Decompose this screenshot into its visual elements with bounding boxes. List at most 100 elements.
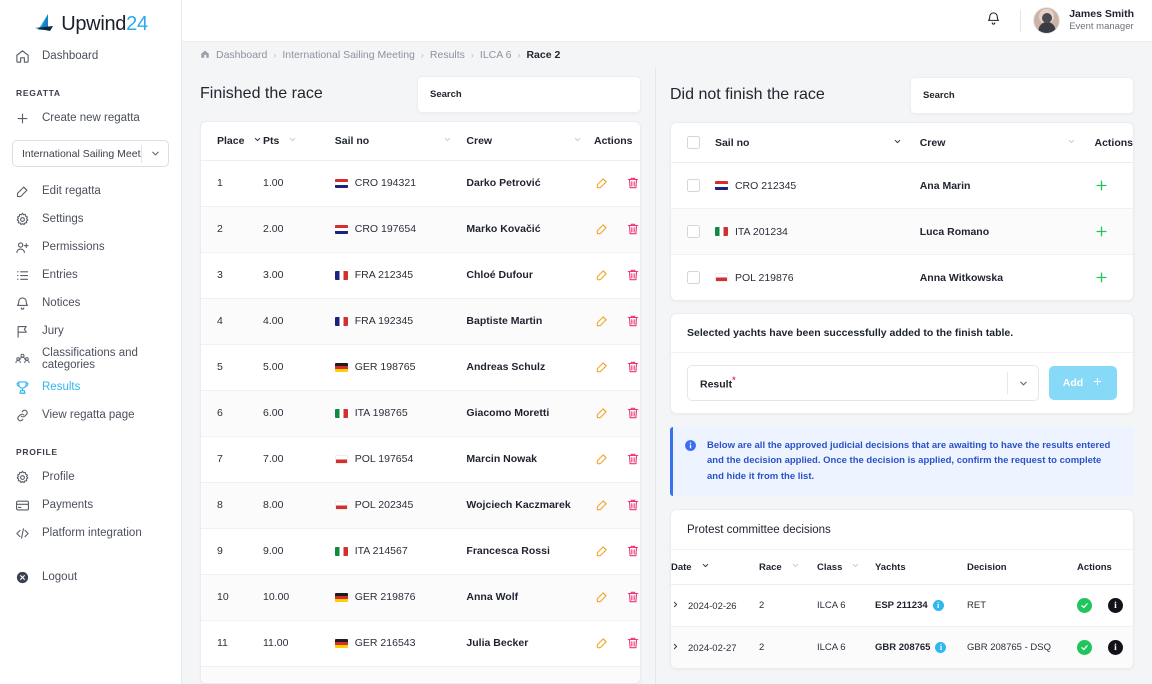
table-row[interactable]: 10 10.00 GER 219876 Anna Wolf xyxy=(201,574,640,621)
app-logo[interactable]: Upwind24 xyxy=(0,0,181,42)
edit-icon[interactable] xyxy=(594,544,609,559)
column-header-crew[interactable]: Crew xyxy=(466,121,594,161)
sidebar-item-classifications-and-categories[interactable]: Classifications and categories xyxy=(0,345,181,373)
edit-icon[interactable] xyxy=(594,268,609,283)
column-header-race[interactable]: Race xyxy=(759,550,817,586)
chevron-down-icon[interactable] xyxy=(893,137,902,149)
sidebar-item-view-regatta-page[interactable]: View regatta page xyxy=(0,401,181,429)
cell-select[interactable] xyxy=(671,255,715,301)
search-input[interactable] xyxy=(923,89,1121,101)
table-row[interactable]: 6 6.00 ITA 198765 Giacomo Moretti xyxy=(201,390,640,437)
sidebar-item-payments[interactable]: Payments xyxy=(0,491,181,519)
edit-icon[interactable] xyxy=(594,314,609,329)
confirm-icon[interactable] xyxy=(1077,598,1092,614)
add-to-finish-icon[interactable] xyxy=(1094,270,1109,285)
sidebar-item-settings[interactable]: Settings xyxy=(0,205,181,233)
dnf-search-box[interactable] xyxy=(910,76,1134,114)
column-header-class[interactable]: Class xyxy=(817,550,875,586)
table-row[interactable]: 1 1.00 CRO 194321 Darko Petrović xyxy=(201,160,640,207)
add-to-finish-icon[interactable] xyxy=(1094,178,1109,193)
table-row[interactable]: CRO 212345 Ana Marin xyxy=(671,162,1133,209)
breadcrumb-item-results[interactable]: Results xyxy=(430,49,465,61)
chevron-down-icon[interactable] xyxy=(1067,137,1076,149)
edit-icon[interactable] xyxy=(594,452,609,467)
column-header-place[interactable]: Place xyxy=(201,121,263,161)
delete-icon[interactable] xyxy=(625,636,640,651)
chevron-down-icon[interactable] xyxy=(851,561,860,573)
cell-select[interactable] xyxy=(671,208,715,255)
delete-icon[interactable] xyxy=(625,360,640,375)
row-checkbox[interactable] xyxy=(687,271,700,284)
details-info-icon[interactable]: i xyxy=(1108,598,1123,614)
add-to-finish-icon[interactable] xyxy=(1094,224,1109,239)
table-row[interactable]: 8 8.00 POL 202345 Wojciech Kaczmarek xyxy=(201,482,640,529)
table-row[interactable]: 2 2.00 CRO 197654 Marko Kovačić xyxy=(201,206,640,253)
chevron-down-icon[interactable] xyxy=(701,561,710,573)
sidebar-item-dashboard[interactable]: Dashboard xyxy=(0,42,181,70)
chevron-down-icon[interactable] xyxy=(791,561,800,573)
edit-icon[interactable] xyxy=(594,636,609,651)
edit-icon[interactable] xyxy=(594,360,609,375)
column-header-crew[interactable]: Crew xyxy=(919,123,1095,163)
chevron-down-icon[interactable] xyxy=(573,135,582,147)
chevron-down-icon[interactable] xyxy=(253,135,262,147)
regatta-selector[interactable]: International Sailing Meetin... xyxy=(12,140,169,167)
chevron-right-icon[interactable] xyxy=(671,643,680,654)
delete-icon[interactable] xyxy=(625,452,640,467)
search-input[interactable] xyxy=(430,88,628,100)
breadcrumb-item-dashboard[interactable]: Dashboard xyxy=(216,49,267,61)
chevron-right-icon[interactable] xyxy=(671,601,680,612)
breadcrumb-item-regatta[interactable]: International Sailing Meeting xyxy=(282,49,415,61)
info-icon[interactable]: i xyxy=(932,600,944,612)
edit-icon[interactable] xyxy=(594,406,609,421)
edit-icon[interactable] xyxy=(594,498,609,513)
delete-icon[interactable] xyxy=(625,590,640,605)
info-icon[interactable]: i xyxy=(935,642,947,654)
result-select[interactable]: Result* xyxy=(687,365,1039,401)
sidebar-item-platform-integration[interactable]: Platform integration xyxy=(0,519,181,547)
confirm-icon[interactable] xyxy=(1077,640,1092,656)
user-menu[interactable]: James Smith Event manager xyxy=(1033,7,1134,34)
select-all-checkbox[interactable] xyxy=(687,136,700,149)
chevron-down-icon[interactable] xyxy=(443,135,452,147)
table-row[interactable]: ITA 201234 Luca Romano xyxy=(671,208,1133,255)
sidebar-item-edit-regatta[interactable]: Edit regatta xyxy=(0,177,181,205)
finished-search-box[interactable] xyxy=(417,75,641,113)
table-row[interactable]: 5 5.00 GER 198765 Andreas Schulz xyxy=(201,344,640,391)
table-row[interactable]: 2024-02-27 2 ILCA 6 GBR 208765 i GBR 2087… xyxy=(671,626,1133,669)
delete-icon[interactable] xyxy=(625,268,640,283)
sidebar-item-entries[interactable]: Entries xyxy=(0,261,181,289)
sidebar-item-jury[interactable]: Jury xyxy=(0,317,181,345)
edit-icon[interactable] xyxy=(594,590,609,605)
table-row[interactable]: 11 11.00 GER 216543 Julia Becker xyxy=(201,620,640,667)
row-checkbox[interactable] xyxy=(687,179,700,192)
edit-icon[interactable] xyxy=(594,176,609,191)
delete-icon[interactable] xyxy=(625,222,640,237)
add-button[interactable]: Add xyxy=(1049,366,1117,400)
column-header-sail-no[interactable]: Sail no xyxy=(334,121,467,161)
delete-icon[interactable] xyxy=(625,544,640,559)
chevron-down-icon[interactable] xyxy=(1008,378,1038,389)
delete-icon[interactable] xyxy=(625,176,640,191)
delete-icon[interactable] xyxy=(625,406,640,421)
notifications-button[interactable] xyxy=(978,6,1008,36)
table-row[interactable]: POL 219876 Anna Witkowska xyxy=(671,255,1133,301)
breadcrumb-item-class[interactable]: ILCA 6 xyxy=(480,49,512,61)
column-header-sail-no[interactable]: Sail no xyxy=(714,123,920,163)
delete-icon[interactable] xyxy=(625,498,640,513)
edit-icon[interactable] xyxy=(594,222,609,237)
column-header-select-all[interactable] xyxy=(671,123,715,163)
table-row[interactable]: 7 7.00 POL 197654 Marcin Nowak xyxy=(201,436,640,483)
column-header-pts[interactable]: Pts xyxy=(262,121,335,161)
sidebar-item-notices[interactable]: Notices xyxy=(0,289,181,317)
column-header-date[interactable]: Date xyxy=(671,550,759,586)
table-row[interactable] xyxy=(201,666,640,683)
table-row[interactable]: 9 9.00 ITA 214567 Francesca Rossi xyxy=(201,528,640,575)
table-row[interactable]: 3 3.00 FRA 212345 Chloé Dufour xyxy=(201,252,640,299)
chevron-down-icon[interactable] xyxy=(288,135,297,147)
sidebar-item-logout[interactable]: Logout xyxy=(0,563,181,591)
sidebar-item-create-new-regatta[interactable]: Create new regatta xyxy=(0,104,181,132)
delete-icon[interactable] xyxy=(625,314,640,329)
sidebar-item-permissions[interactable]: Permissions xyxy=(0,233,181,261)
details-info-icon[interactable]: i xyxy=(1108,640,1123,656)
